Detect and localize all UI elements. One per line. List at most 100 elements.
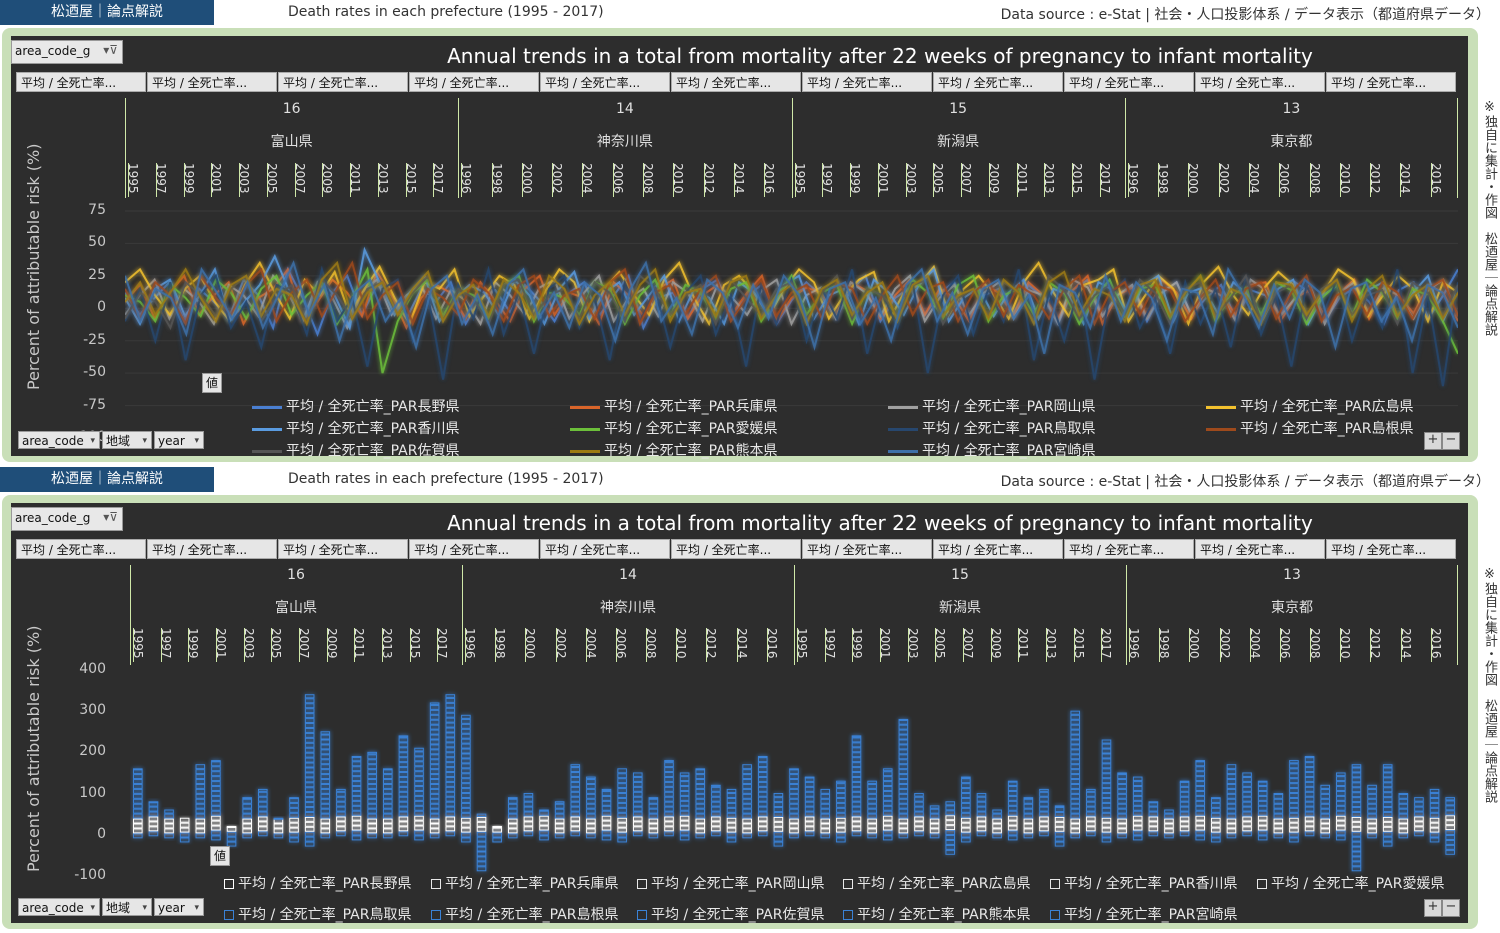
bar-segment [867,780,877,784]
bar-segment [1086,831,1096,837]
bar-segment [1179,780,1190,783]
bar-segment [1195,786,1206,791]
value-field-button[interactable]: 値 [202,373,223,393]
bar-segment [742,764,752,770]
bar-segment [554,801,565,804]
bar-stack [1414,797,1424,837]
bar-segment [429,734,440,740]
legend-swatch [888,449,918,453]
expand-plus-button[interactable]: + [1424,899,1442,917]
bar-segment [461,778,471,784]
legend-label: 平均 / 全死亡率_PAR愛媛県 [1271,876,1445,892]
bar-segment [617,822,627,828]
bar-segment [320,788,331,794]
bar-segment [133,768,143,771]
bar-segment [570,821,581,827]
area-code-filter-button[interactable]: area_code ▾ [18,898,100,916]
field-button[interactable]: 平均 / 全死亡率... [540,539,670,559]
bar-segment [976,821,987,827]
bar-segment [211,790,221,796]
bar-segment [320,803,331,809]
bar-segment [664,831,674,837]
bar-segment [1382,792,1393,798]
bar-segment [1336,815,1346,821]
bar-segment [1007,800,1018,806]
bar-segment [398,801,409,807]
bar-segment [507,813,518,819]
year-tick-line [1016,163,1018,197]
value-field-button[interactable]: 値 [210,846,231,866]
bar-stack [133,768,143,839]
field-button[interactable]: 平均 / 全死亡率... [1195,539,1325,559]
year-tick-line [1219,628,1221,662]
bar-segment [1023,823,1034,829]
bar-segment [211,820,221,826]
bar-segment [336,788,346,792]
expand-plus-button[interactable]: + [1424,432,1442,450]
bar-segment [367,779,377,784]
bar-segment [461,733,471,739]
area-code-g-filter-button[interactable]: area_code_g ▾⊽ [11,507,123,531]
bar-stack [1039,788,1049,837]
bar-segment [461,753,471,759]
bar-segment [664,816,674,822]
year-tick-line [409,628,411,662]
field-button[interactable]: 平均 / 全死亡率... [409,539,539,559]
collapse-minus-button[interactable]: − [1442,899,1460,917]
bar-segment [445,786,456,792]
field-button[interactable]: 平均 / 全死亡率... [933,72,1063,92]
field-button[interactable]: 平均 / 全死亡率... [1326,539,1456,559]
bar-segment [476,826,487,832]
field-button[interactable]: 平均 / 全死亡率... [409,72,539,92]
year-filter-button[interactable]: year ▾ [154,431,204,449]
year-tick-line [1101,628,1103,662]
region-filter-button[interactable]: 地域 ▾ [102,431,152,449]
year-filter-button[interactable]: year ▾ [154,898,204,916]
group-code-label: 13 [1283,567,1301,583]
area-code-g-filter-button[interactable]: area_code_g ▾⊽ [11,40,123,64]
field-button[interactable]: 平均 / 全死亡率... [147,539,277,559]
field-button[interactable]: 平均 / 全死亡率... [147,72,277,92]
bar-segment [461,743,471,749]
bar-segment [961,783,971,789]
field-button[interactable]: 平均 / 全死亡率... [1064,539,1194,559]
legend-swatch [1050,910,1060,920]
bar-segment [289,837,299,843]
field-button[interactable]: 平均 / 全死亡率... [1326,72,1456,92]
bar-segment [1398,833,1409,839]
field-button[interactable]: 平均 / 全死亡率... [933,539,1063,559]
year-tick-line [294,163,296,197]
bar-segment [1164,828,1174,834]
area-code-filter-button[interactable]: area_code ▾ [18,431,100,449]
bar-segment [632,811,643,817]
field-button[interactable]: 平均 / 全死亡率... [671,72,801,92]
field-button[interactable]: 平均 / 全死亡率... [16,72,146,92]
bar-segment [1132,830,1143,836]
field-button[interactable]: 平均 / 全死亡率... [1064,72,1194,92]
field-button[interactable]: 平均 / 全死亡率... [278,72,408,92]
bar-segment [836,797,846,803]
bar-segment [211,766,221,772]
bar-segment [898,798,909,804]
year-tick-line [764,163,766,197]
year-tick-line [552,163,554,197]
legend-swatch [1257,879,1267,889]
field-button[interactable]: 平均 / 全死亡率... [16,539,146,559]
field-button[interactable]: 平均 / 全死亡率... [802,72,932,92]
year-tick-line [585,628,587,662]
legend-swatch [1206,427,1236,431]
collapse-minus-button[interactable]: − [1442,432,1460,450]
bar-stack [382,768,393,839]
region-filter-button[interactable]: 地域 ▾ [102,898,152,916]
year-tick-line [1044,163,1046,197]
bar-segment [554,823,565,829]
bar-segment [1336,830,1346,836]
field-button[interactable]: 平均 / 全死亡率... [802,539,932,559]
field-button[interactable]: 平均 / 全死亡率... [278,539,408,559]
bar-segment [836,788,846,794]
bar-segment [882,790,893,796]
field-button[interactable]: 平均 / 全死亡率... [540,72,670,92]
field-button[interactable]: 平均 / 全死亡率... [671,539,801,559]
field-button[interactable]: 平均 / 全死亡率... [1195,72,1325,92]
bar-segment [351,790,362,796]
